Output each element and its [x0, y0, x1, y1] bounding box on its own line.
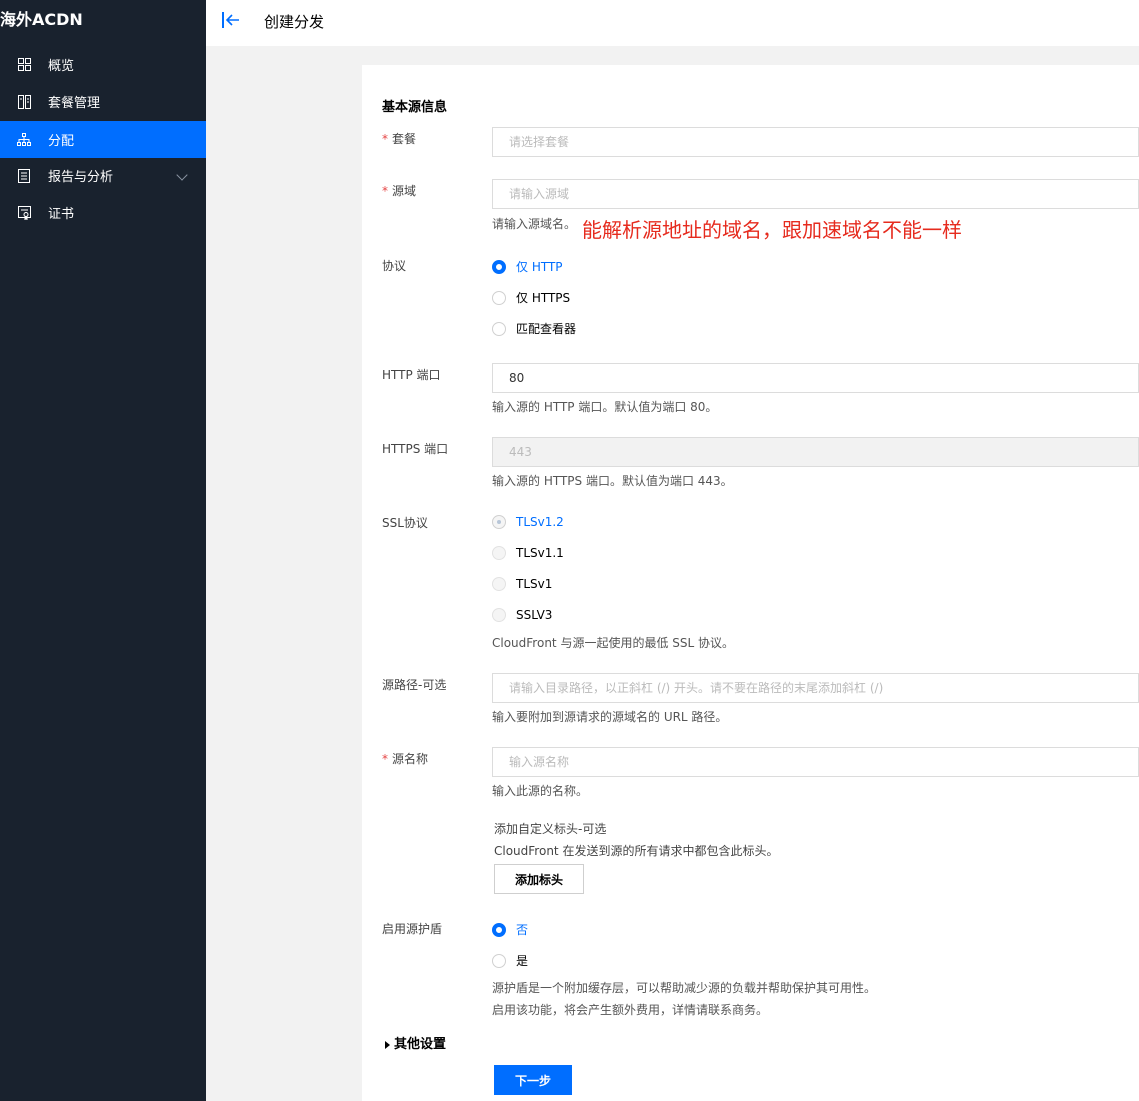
- other-settings-toggle[interactable]: 其他设置: [385, 1033, 446, 1052]
- origin-domain-hint: 请输入源域名。: [492, 217, 577, 231]
- certificate-icon: [17, 205, 31, 220]
- origin-domain-label: * 源域: [382, 184, 417, 198]
- https-port-label: HTTPS 端口: [382, 442, 449, 456]
- grid-icon: [17, 58, 31, 72]
- radio-https-only[interactable]: 仅 HTTPS: [492, 289, 570, 306]
- sidebar: 海外ACDN 概览 套餐管理 分配 报告与分析 证书: [0, 0, 206, 1101]
- add-header-button[interactable]: 添加标头: [494, 864, 584, 894]
- http-port-input[interactable]: 80: [492, 363, 1139, 393]
- page-title: 创建分发: [264, 13, 325, 31]
- tree-icon: [17, 133, 31, 147]
- required-mark: *: [382, 132, 388, 146]
- package-label: * 套餐: [382, 132, 417, 146]
- origin-name-label: * 源名称: [382, 752, 429, 766]
- radio-shield-yes[interactable]: 是: [492, 952, 528, 969]
- origin-name-input[interactable]: 输入源名称: [492, 747, 1139, 777]
- radio-shield-no[interactable]: 否: [492, 921, 528, 938]
- origin-name-hint: 输入此源的名称。: [492, 784, 589, 798]
- sidebar-item-label: 证书: [48, 207, 75, 222]
- origin-shield-hint-2: 启用该功能，将会产生额外费用，详情请联系商务。: [492, 1003, 769, 1017]
- sidebar-item-label: 概览: [48, 59, 75, 74]
- http-port-hint: 输入源的 HTTP 端口。默认值为端口 80。: [492, 400, 718, 414]
- caret-right-icon: [385, 1040, 390, 1049]
- radio-tlsv1: TLSv1: [492, 577, 552, 591]
- next-button[interactable]: 下一步: [494, 1065, 572, 1095]
- ssl-hint: CloudFront 与源一起使用的最低 SSL 协议。: [492, 636, 734, 650]
- required-mark: *: [382, 752, 388, 766]
- origin-path-hint: 输入要附加到源请求的源域名的 URL 路径。: [492, 710, 728, 724]
- sidebar-item-label: 套餐管理: [48, 96, 101, 111]
- annotation-text: 能解析源地址的域名，跟加速域名不能一样: [582, 218, 962, 242]
- sidebar-item-distribution[interactable]: 分配: [0, 121, 206, 158]
- https-port-hint: 输入源的 HTTPS 端口。默认值为端口 443。: [492, 474, 733, 488]
- page-header: 创建分发: [206, 0, 1139, 46]
- form-card: 基本源信息 * 套餐 请选择套餐 * 源域 请输入源域 请输入源域名。 能解析源地址…: [362, 65, 1139, 1101]
- custom-header-desc: CloudFront 在发送到源的所有请求中都包含此标头。: [494, 844, 779, 858]
- origin-shield-label: 启用源护盾: [382, 922, 443, 936]
- back-arrow-icon[interactable]: [222, 12, 240, 28]
- http-port-label: HTTP 端口: [382, 368, 441, 382]
- sidebar-item-label: 分配: [48, 134, 75, 149]
- https-port-input: 443: [492, 437, 1139, 467]
- origin-domain-input[interactable]: 请输入源域: [492, 179, 1139, 209]
- origin-path-label: 源路径-可选: [382, 678, 447, 692]
- section-title: 基本源信息: [382, 100, 448, 115]
- ssl-label: SSL协议: [382, 516, 428, 530]
- document-icon: [17, 168, 31, 183]
- radio-tlsv1-2: TLSv1.2: [492, 515, 564, 529]
- radio-tlsv1-1: TLSv1.1: [492, 546, 564, 560]
- sidebar-item-certificates[interactable]: 证书: [0, 194, 206, 231]
- sidebar-item-label: 报告与分析: [48, 170, 114, 185]
- custom-header-title: 添加自定义标头-可选: [494, 822, 607, 836]
- origin-shield-hint-1: 源护盾是一个附加缓存层，可以帮助减少源的负载并帮助保护其可用性。: [492, 981, 877, 995]
- package-select[interactable]: 请选择套餐: [492, 127, 1139, 157]
- radio-match-viewer[interactable]: 匹配查看器: [492, 320, 576, 337]
- radio-sslv3: SSLV3: [492, 608, 552, 622]
- protocol-label: 协议: [382, 259, 407, 273]
- sidebar-item-reports[interactable]: 报告与分析: [0, 157, 206, 194]
- required-mark: *: [382, 184, 388, 198]
- brand-title: 海外ACDN: [0, 10, 83, 29]
- book-icon: [17, 94, 31, 109]
- sidebar-item-overview[interactable]: 概览: [0, 46, 206, 83]
- sidebar-item-packages[interactable]: 套餐管理: [0, 83, 206, 120]
- chevron-down-icon[interactable]: [176, 169, 188, 181]
- radio-http-only[interactable]: 仅 HTTP: [492, 258, 563, 275]
- origin-path-input[interactable]: 请输入目录路径，以正斜杠 (/) 开头。请不要在路径的末尾添加斜杠 (/): [492, 673, 1139, 703]
